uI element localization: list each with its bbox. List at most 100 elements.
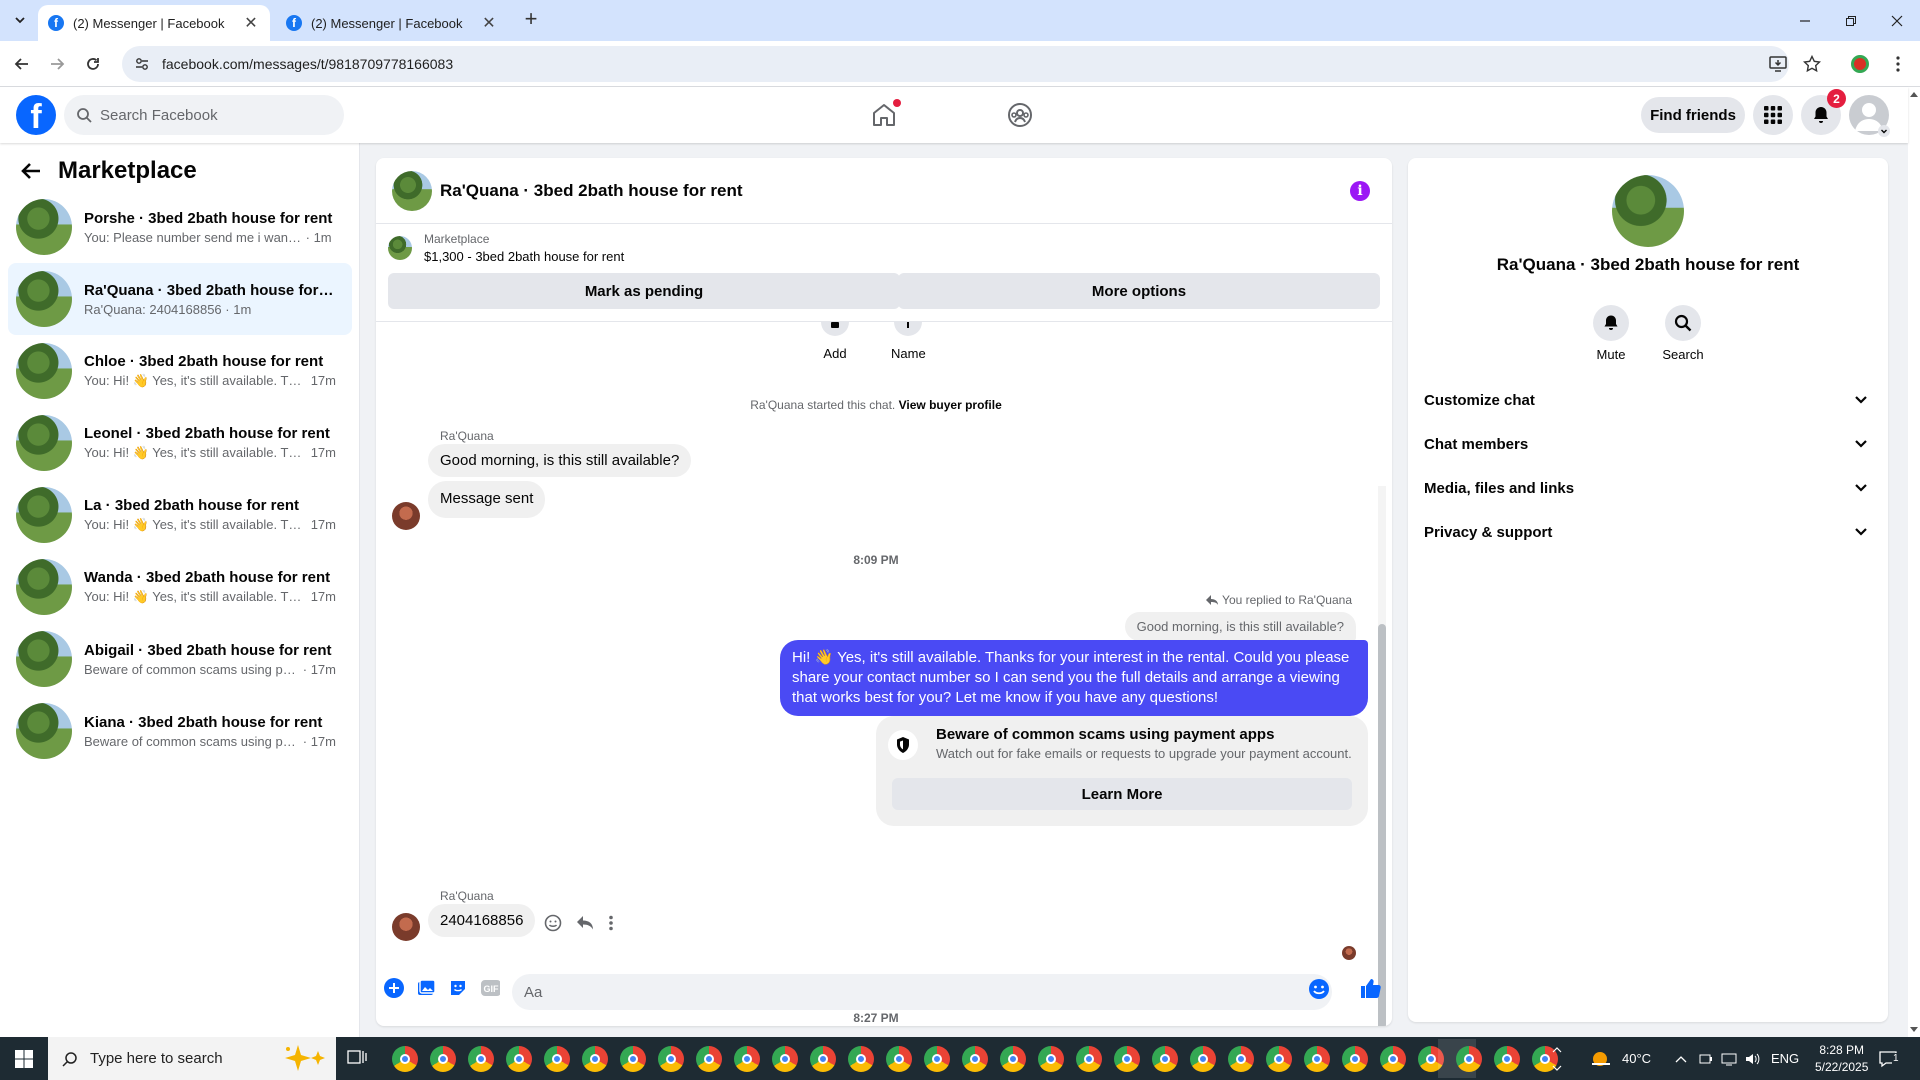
chat-scrollbar[interactable] <box>1378 486 1386 1026</box>
home-nav-button[interactable] <box>864 95 904 135</box>
weather-widget[interactable]: 40°C <box>1590 1037 1651 1080</box>
chrome-taskbar-icon[interactable] <box>506 1046 532 1072</box>
chat-title[interactable]: Ra'Quana · 3bed 2bath house for rent <box>440 181 743 201</box>
scroll-up-arrow-icon[interactable] <box>1910 91 1918 97</box>
scroll-down-arrow-icon[interactable] <box>1910 1027 1918 1033</box>
close-tab-icon[interactable]: ✕ <box>480 14 498 32</box>
outgoing-message[interactable]: Hi! 👋 Yes, it's still available. Thanks … <box>780 640 1368 716</box>
customize-chat-section[interactable]: Customize chat <box>1424 382 1876 418</box>
conversation-item[interactable]: La · 3bed 2bath house for rent You: Hi! … <box>8 479 352 551</box>
chrome-taskbar-icon[interactable] <box>886 1046 912 1072</box>
sticker-icon[interactable] <box>448 978 468 998</box>
info-icon[interactable]: i <box>1350 181 1370 201</box>
chrome-taskbar-icon[interactable] <box>848 1046 874 1072</box>
clock[interactable]: 8:28 PM 5/22/2025 <box>1815 1037 1868 1080</box>
gif-icon[interactable]: GIF <box>480 978 500 998</box>
find-friends-button[interactable]: Find friends <box>1641 97 1745 133</box>
chrome-taskbar-icon[interactable] <box>1038 1046 1064 1072</box>
conversation-item[interactable]: Leonel · 3bed 2bath house for rent You: … <box>8 407 352 479</box>
chrome-taskbar-icon[interactable] <box>962 1046 988 1072</box>
chrome-taskbar-icon[interactable] <box>1076 1046 1102 1072</box>
browser-menu-icon[interactable] <box>1886 52 1910 76</box>
chrome-taskbar-icon[interactable] <box>924 1046 950 1072</box>
battery-icon[interactable] <box>1699 1052 1713 1066</box>
chat-members-section[interactable]: Chat members <box>1424 426 1876 462</box>
chrome-taskbar-icon[interactable] <box>658 1046 684 1072</box>
more-vertical-icon[interactable] <box>608 915 614 931</box>
volume-icon[interactable] <box>1745 1052 1761 1066</box>
close-tab-icon[interactable]: ✕ <box>242 14 260 32</box>
search-in-chat-button[interactable]: Search <box>1653 305 1713 362</box>
conversation-item[interactable]: Wanda · 3bed 2bath house for rent You: H… <box>8 551 352 623</box>
conversation-item[interactable]: Abigail · 3bed 2bath house for rent Bewa… <box>8 623 352 695</box>
address-bar[interactable]: facebook.com/messages/t/9818709778166083 <box>122 46 1789 82</box>
conversation-item[interactable]: Kiana · 3bed 2bath house for rent Beware… <box>8 695 352 767</box>
task-view-button[interactable] <box>346 1047 368 1069</box>
mark-as-pending-button[interactable]: Mark as pending <box>388 273 900 309</box>
chevron-down-icon[interactable] <box>1878 125 1890 137</box>
page-scrollbar[interactable] <box>1908 87 1920 1037</box>
install-app-icon[interactable] <box>1766 52 1790 76</box>
back-button[interactable] <box>10 52 34 76</box>
chrome-taskbar-icon[interactable] <box>734 1046 760 1072</box>
sender-avatar[interactable] <box>392 502 420 530</box>
restore-button[interactable] <box>1828 0 1874 41</box>
listing-summary[interactable]: Marketplace $1,300 - 3bed 2bath house fo… <box>388 232 624 264</box>
taskbar-search-input[interactable]: Type here to search <box>48 1037 336 1080</box>
add-action[interactable]: Add <box>821 322 849 361</box>
chrome-taskbar-icon[interactable] <box>1114 1046 1140 1072</box>
name-action[interactable]: Name <box>891 322 926 361</box>
more-actions-plus-icon[interactable] <box>384 978 404 998</box>
facebook-search-input[interactable]: Search Facebook <box>64 95 344 135</box>
new-tab-button[interactable]: + <box>520 8 542 31</box>
conversation-item[interactable]: Porshe · 3bed 2bath house for rent You: … <box>8 191 352 263</box>
back-arrow-icon[interactable] <box>20 160 42 182</box>
chrome-taskbar-icon[interactable] <box>1342 1046 1368 1072</box>
chrome-taskbar-icon[interactable] <box>582 1046 608 1072</box>
chrome-taskbar-icon[interactable] <box>1304 1046 1330 1072</box>
chrome-taskbar-icon[interactable] <box>1190 1046 1216 1072</box>
photo-attach-icon[interactable] <box>416 978 436 998</box>
network-icon[interactable] <box>1721 1052 1737 1066</box>
chrome-taskbar-icon[interactable] <box>430 1046 456 1072</box>
chrome-taskbar-icon[interactable] <box>468 1046 494 1072</box>
language-indicator[interactable]: ENG <box>1771 1051 1799 1066</box>
profile-extension-icon[interactable] <box>1848 52 1872 76</box>
learn-more-button[interactable]: Learn More <box>892 778 1352 810</box>
react-smiley-icon[interactable] <box>544 914 562 932</box>
menu-grid-button[interactable] <box>1753 95 1793 135</box>
chat-avatar[interactable] <box>392 170 432 211</box>
quoted-message[interactable]: Good morning, is this still available? <box>1124 612 1356 641</box>
chrome-taskbar-icon[interactable] <box>1456 1046 1482 1072</box>
site-settings-icon[interactable] <box>134 56 150 72</box>
media-files-links-section[interactable]: Media, files and links <box>1424 470 1876 506</box>
incoming-message[interactable]: Good morning, is this still available? <box>428 444 692 477</box>
chrome-taskbar-icon[interactable] <box>810 1046 836 1072</box>
reply-icon[interactable] <box>576 915 594 931</box>
forward-button[interactable] <box>45 52 69 76</box>
tab-search-button[interactable] <box>9 9 31 31</box>
conversation-item-selected[interactable]: Ra'Quana · 3bed 2bath house for r... Ra'… <box>8 263 352 335</box>
scrollbar-thumb[interactable] <box>1378 624 1386 1026</box>
reload-button[interactable] <box>81 52 105 76</box>
chrome-taskbar-icon[interactable] <box>1266 1046 1292 1072</box>
conversation-item[interactable]: Chloe · 3bed 2bath house for rent You: H… <box>8 335 352 407</box>
incoming-message[interactable]: 2404168856 <box>428 904 536 937</box>
close-window-button[interactable] <box>1874 0 1920 41</box>
chevron-up-icon[interactable] <box>1675 1054 1687 1064</box>
emoji-icon[interactable] <box>1308 978 1330 1000</box>
privacy-support-section[interactable]: Privacy & support <box>1424 514 1876 550</box>
chrome-taskbar-icon[interactable] <box>1228 1046 1254 1072</box>
chrome-taskbar-icon[interactable] <box>696 1046 722 1072</box>
bookmark-star-icon[interactable] <box>1800 52 1824 76</box>
chrome-taskbar-icon[interactable] <box>1380 1046 1406 1072</box>
chrome-taskbar-icon[interactable] <box>1494 1046 1520 1072</box>
browser-tab-1[interactable]: f (2) Messenger | Facebook ✕ <box>38 5 270 41</box>
chrome-taskbar-icon[interactable] <box>772 1046 798 1072</box>
action-center-button[interactable]: 1 <box>1878 1037 1900 1080</box>
start-button[interactable] <box>0 1037 48 1080</box>
chrome-taskbar-icon[interactable] <box>544 1046 570 1072</box>
info-avatar[interactable] <box>1612 175 1684 247</box>
taskbar-overflow-arrows[interactable] <box>1552 1037 1562 1080</box>
chrome-taskbar-icon[interactable] <box>1152 1046 1178 1072</box>
